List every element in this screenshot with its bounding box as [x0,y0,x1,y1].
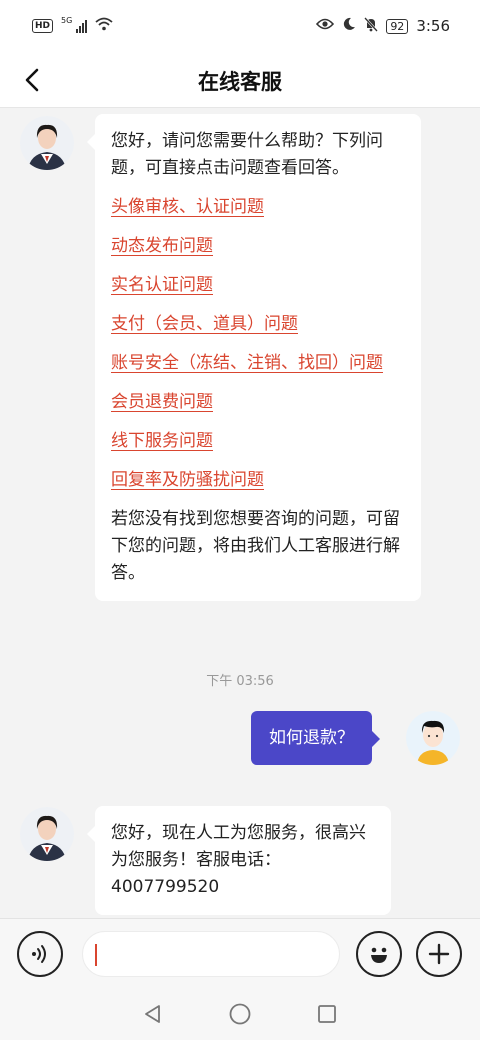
system-nav-bar [0,988,480,1040]
eye-icon [316,17,335,35]
message-input[interactable] [82,931,340,977]
hd-badge: HD [32,19,54,33]
faq-link[interactable]: 实名认证问题 [111,272,405,299]
faq-link[interactable]: 线下服务问题 [111,428,405,455]
text-caret [95,944,97,966]
agent-welcome-bubble: 您好，请问您需要什么帮助？下列问题，可直接点击问题查看回答。 头像审核、认证问题… [87,114,421,601]
agent-avatar [20,807,74,861]
faq-link[interactable]: 支付（会员、道具）问题 [111,311,405,338]
chat-area[interactable]: 您好，请问您需要什么帮助？下列问题，可直接点击问题查看回答。 头像审核、认证问题… [0,108,480,918]
agent-avatar [20,116,74,170]
emoji-icon [371,947,387,963]
welcome-intro: 您好，请问您需要什么帮助？下列问题，可直接点击问题查看回答。 [111,131,383,178]
status-time: 3:56 [416,17,450,35]
battery-level: 92 [386,18,409,34]
triangle-back-icon [145,1005,161,1023]
page-title: 在线客服 [198,70,282,94]
nav-recent-button[interactable] [307,994,347,1034]
welcome-outro: 若您没有找到您想要咨询的问题，可留下您的问题，将由我们人工客服进行解答。 [111,509,400,583]
faq-link[interactable]: 会员退费问题 [111,389,405,416]
wifi-icon [95,17,113,35]
status-bar: HD 5G 92 3:56 [0,0,480,52]
status-right: 92 3:56 [316,16,450,36]
agent-reply-bubble: 您好，现在人工为您服务，很高兴为您服务！客服电话：4007799520 [87,806,391,915]
network-label: 5G [61,16,73,25]
plus-button[interactable] [416,931,462,977]
faq-link[interactable]: 头像审核、认证问题 [111,194,405,221]
signal-icon [76,19,88,33]
user-avatar [406,711,460,765]
app-header: 在线客服 [0,52,480,108]
circle-home-icon [229,1003,251,1025]
status-left: HD 5G [32,17,113,35]
faq-link[interactable]: 动态发布问题 [111,233,405,260]
faq-link[interactable]: 账号安全（冻结、注销、找回）问题 [111,350,405,377]
user-message-bubble: 如何退款？ [251,711,380,765]
emoji-button[interactable] [356,931,402,977]
mute-bell-icon [364,16,379,36]
message-timestamp: 下午 03:56 [206,674,274,689]
plus-icon [428,943,450,965]
faq-link[interactable]: 回复率及防骚扰问题 [111,467,405,494]
input-bar [0,918,480,988]
nav-home-button[interactable] [220,994,260,1034]
voice-button[interactable] [17,931,63,977]
square-recent-icon [317,1005,336,1023]
nav-back-button[interactable] [133,994,173,1034]
moon-icon [342,17,356,35]
voice-icon [32,945,46,963]
